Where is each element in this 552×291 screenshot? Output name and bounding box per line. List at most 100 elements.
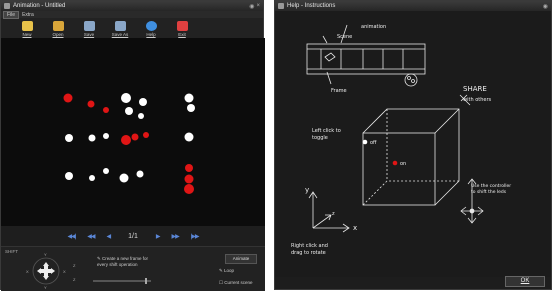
led-off[interactable] <box>187 104 195 112</box>
save-icon <box>83 21 95 31</box>
slider-thumb[interactable] <box>145 278 147 284</box>
dpad-y-top: Y <box>44 252 47 257</box>
axis-x-label: x <box>353 224 357 232</box>
menu-extra[interactable]: Extra <box>19 12 37 18</box>
instructions-board: Scene animation Frame SHARE with others … <box>275 11 551 279</box>
led-on-sample <box>392 160 398 166</box>
dpad-x-right: X <box>63 269 66 274</box>
open-label: Open <box>52 32 64 37</box>
led-on[interactable] <box>63 93 73 103</box>
save-as-button[interactable]: Save As <box>110 21 130 37</box>
dpad-y-bottom: Y <box>44 285 47 290</box>
current-scene-option[interactable]: ☐ Current scene <box>219 280 253 286</box>
led-on[interactable] <box>103 107 109 113</box>
led-off[interactable] <box>136 170 144 178</box>
dpad-x-left: X <box>26 269 29 274</box>
led-on[interactable] <box>184 174 194 184</box>
led-on[interactable] <box>121 135 131 145</box>
forward-button[interactable]: ▶▶ <box>171 233 179 240</box>
axis-y-label: y <box>305 186 309 194</box>
help-button[interactable]: Help <box>141 21 161 37</box>
app-icon <box>4 3 10 9</box>
loop-option[interactable]: ✎ Loop <box>219 268 234 274</box>
note-right-click: Right click and drag to rotate <box>291 243 328 256</box>
prev-frame-button[interactable]: ◀ <box>107 233 112 240</box>
frame-counter: 1/1 <box>128 232 138 240</box>
led-off[interactable] <box>139 98 147 106</box>
note-controller: Use the controller to shift the leds <box>471 183 511 195</box>
rewind-button[interactable]: ◀◀ <box>87 233 95 240</box>
led-on[interactable] <box>185 164 193 172</box>
current-scene-label: Current scene <box>224 280 253 285</box>
led-on[interactable] <box>143 132 149 138</box>
exit-label: Exit <box>178 32 186 37</box>
open-button[interactable]: Open <box>48 21 68 37</box>
first-frame-button[interactable]: ◀◀| <box>67 233 76 240</box>
led-on[interactable] <box>184 184 194 194</box>
led-off[interactable] <box>65 172 73 180</box>
filmstrip-sketch <box>306 43 426 75</box>
next-frame-button[interactable]: ▶ <box>156 233 161 240</box>
led-off[interactable] <box>184 132 194 142</box>
new-frame-option[interactable]: ✎ Create a new frame for every shift ope… <box>97 256 157 268</box>
led-off[interactable] <box>103 133 109 139</box>
led-on[interactable] <box>131 133 139 141</box>
save-button[interactable]: Save <box>79 21 99 37</box>
led-cube-viewport[interactable] <box>1 38 265 226</box>
led-off[interactable] <box>125 107 133 115</box>
menu-file[interactable]: File <box>3 10 20 19</box>
shift-label: SHIFT <box>5 249 18 254</box>
film-reel-icon <box>404 73 418 87</box>
new-button[interactable]: New <box>17 21 37 37</box>
z-down-button[interactable]: Z <box>73 277 75 282</box>
help-icon <box>145 21 157 31</box>
new-frame-hint: Create a new frame for every shift opera… <box>97 256 149 267</box>
close-icon[interactable]: × <box>256 3 260 9</box>
led-on[interactable] <box>87 100 95 108</box>
axes-sketch <box>308 191 350 233</box>
last-frame-button[interactable]: |▶▶ <box>191 233 200 240</box>
help-pin-icon[interactable]: ◉ <box>543 3 548 10</box>
pin-icon[interactable]: ◉ <box>249 3 254 10</box>
move-arrows-icon <box>37 262 55 280</box>
note-off: off <box>370 140 377 146</box>
window-title: Animation - Untitled <box>13 3 66 9</box>
note-scene: Scene <box>337 34 352 40</box>
animation-window: Animation - Untitled ◉ × File Extra New … <box>0 0 265 291</box>
ok-button[interactable]: OK <box>505 276 545 287</box>
axis-z-label: z <box>332 211 335 217</box>
help-label: Help <box>146 32 156 37</box>
led-off[interactable] <box>65 134 73 142</box>
power-icon <box>176 21 188 31</box>
new-file-icon <box>21 21 33 31</box>
note-animation: animation <box>361 24 386 30</box>
led-off[interactable] <box>121 93 131 103</box>
cube-sketch <box>362 108 460 206</box>
led-cube-canvas[interactable] <box>1 38 265 226</box>
help-window: Help - Instructions ◉ Scene animation Fr… <box>274 0 552 290</box>
loop-label: Loop <box>224 268 235 273</box>
speed-slider[interactable] <box>93 278 151 284</box>
led-off[interactable] <box>184 93 194 103</box>
z-up-button[interactable]: Z <box>73 263 75 268</box>
led-off[interactable] <box>138 113 144 119</box>
menu-bar: File Extra <box>1 10 263 19</box>
save-label: Save <box>83 32 95 37</box>
save-as-icon <box>114 21 126 31</box>
led-off[interactable] <box>89 175 95 181</box>
led-off[interactable] <box>88 134 96 142</box>
exit-button[interactable]: Exit <box>172 21 192 37</box>
shift-controller[interactable] <box>31 256 61 286</box>
note-share-sub: with others <box>463 97 492 103</box>
help-window-title: Help - Instructions <box>287 3 336 9</box>
note-frame: Frame <box>331 88 347 94</box>
led-off[interactable] <box>103 168 109 174</box>
note-on: on <box>400 161 406 167</box>
help-app-icon <box>278 3 284 9</box>
frame-navigation: ◀◀| ◀◀ ◀ 1/1 ▶ ▶▶ |▶▶ <box>1 226 265 246</box>
animate-button[interactable]: Animate <box>225 254 257 264</box>
new-label: New <box>22 32 32 37</box>
note-share: SHARE <box>463 85 487 93</box>
help-footer: OK <box>275 276 551 289</box>
led-off[interactable] <box>119 173 129 183</box>
